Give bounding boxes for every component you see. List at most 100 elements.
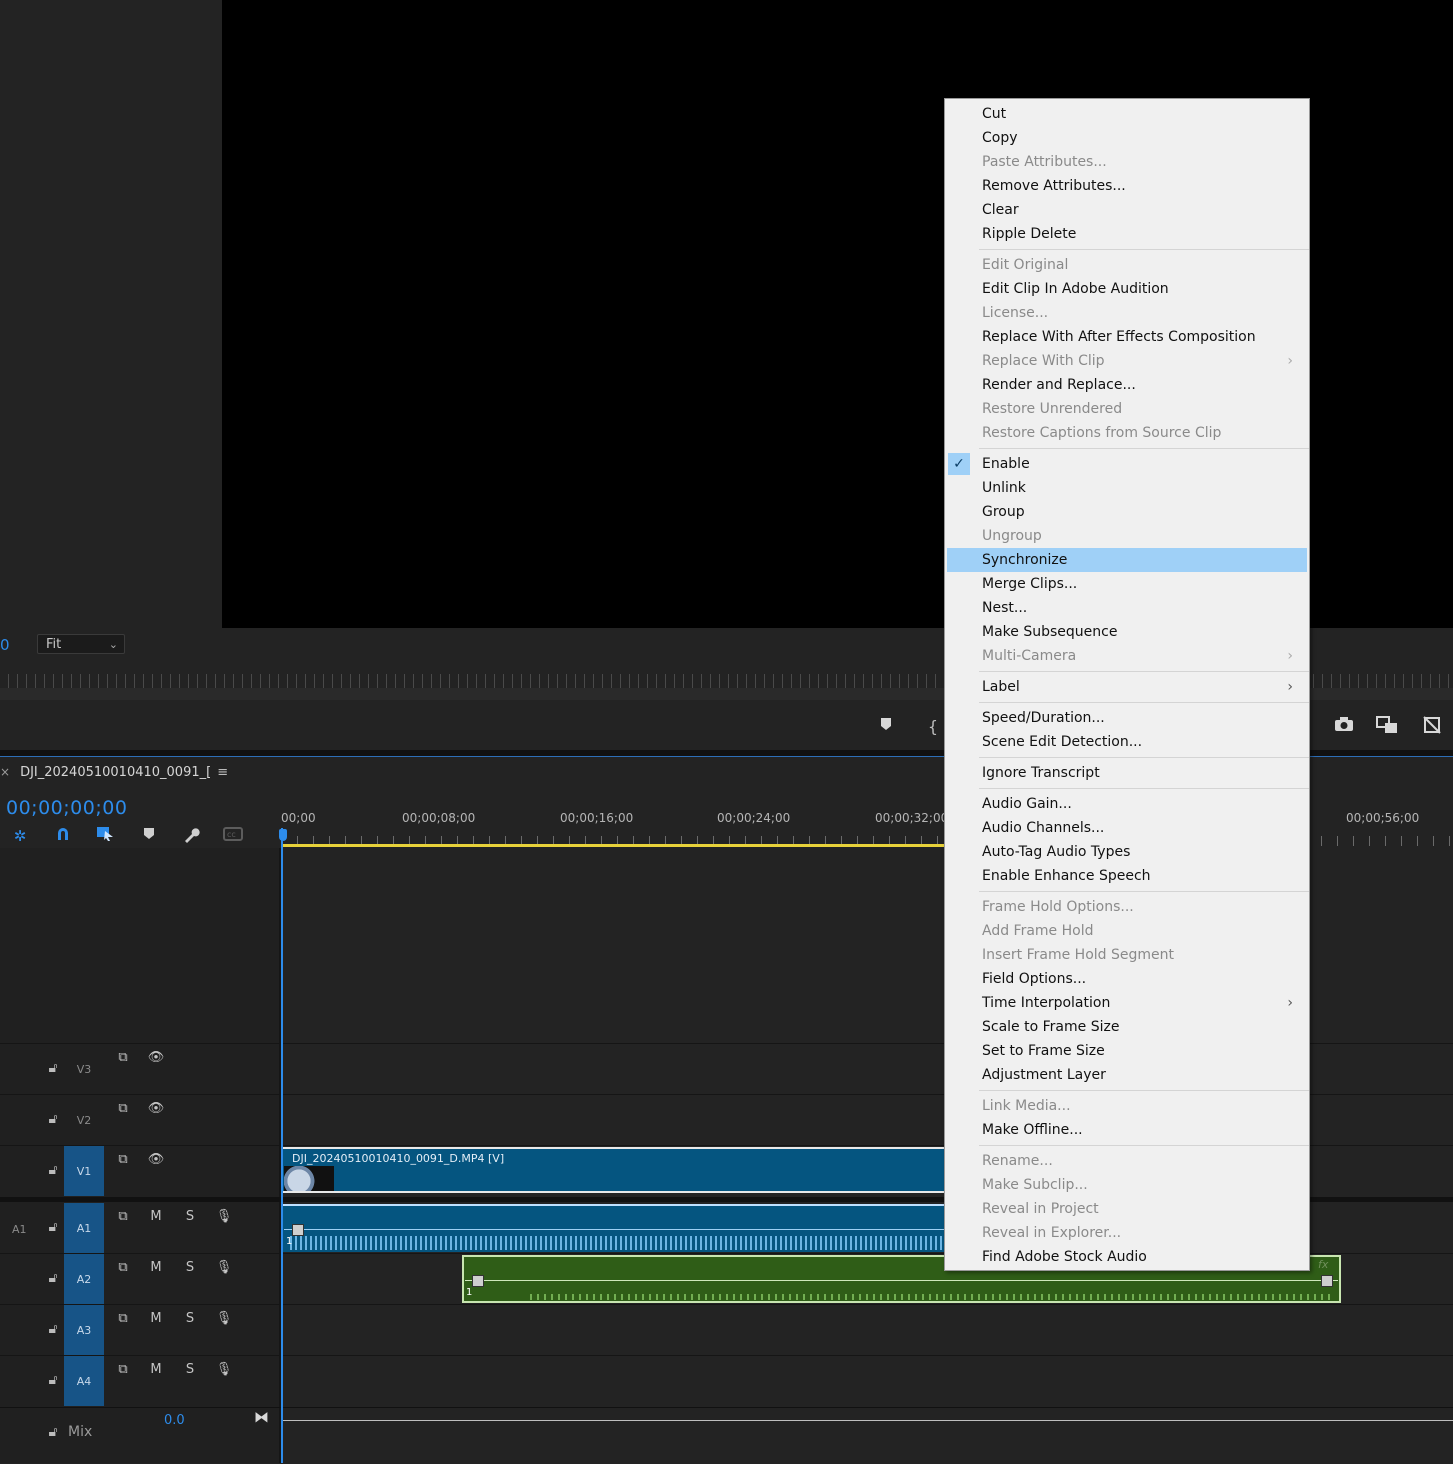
sync-lock-icon[interactable]: ⧉ [113,1311,133,1326]
playhead[interactable] [281,828,283,1463]
mute-button[interactable]: M [146,1362,166,1377]
lock-icon[interactable]: 🔓︎ [43,1321,63,1337]
menu-item-paste-attributes[interactable]: Paste Attributes... [947,150,1307,174]
menu-item-replace-with-clip[interactable]: Replace With Clip › [947,349,1307,373]
menu-item-reveal-in-explorer[interactable]: Reveal in Explorer... [947,1221,1307,1245]
sync-lock-icon[interactable]: ⧉ [113,1260,133,1275]
menu-item-scene-edit-detection[interactable]: Scene Edit Detection... [947,730,1307,754]
eye-icon[interactable]: 👁︎ [146,1152,166,1167]
sync-lock-icon[interactable]: ⧉ [113,1050,133,1065]
solo-button[interactable]: S [180,1260,200,1275]
menu-item-ignore-transcript[interactable]: Ignore Transcript [947,761,1307,785]
menu-item-clear[interactable]: Clear [947,198,1307,222]
track-target-a1[interactable]: A1 [64,1203,104,1253]
menu-item-license[interactable]: License... [947,301,1307,325]
track-target-v2[interactable]: V2 [64,1097,104,1145]
menu-item-label[interactable]: Label › [947,675,1307,699]
menu-item-field-options[interactable]: Field Options... [947,967,1307,991]
microphone-icon[interactable]: 🎙︎ [214,1260,234,1275]
microphone-icon[interactable]: 🎙︎ [214,1209,234,1224]
captions-icon[interactable]: cc [222,826,244,846]
menu-item-nest[interactable]: Nest... [947,596,1307,620]
add-marker-icon[interactable] [875,716,897,738]
monitor-timecode[interactable]: 0 [0,636,10,654]
camera-export-frame-icon[interactable] [1333,716,1355,738]
source-patch-a1[interactable]: A1 [12,1223,27,1236]
mark-in-icon[interactable]: { [922,716,944,738]
sync-lock-icon[interactable]: ⧉ [113,1209,133,1224]
menu-item-audio-gain[interactable]: Audio Gain... [947,792,1307,816]
mute-button[interactable]: M [146,1260,166,1275]
menu-item-find-adobe-stock-audio[interactable]: Find Adobe Stock Audio [947,1245,1307,1269]
menu-item-cut[interactable]: Cut [947,102,1307,126]
menu-item-add-frame-hold[interactable]: Add Frame Hold [947,919,1307,943]
track-target-a3[interactable]: A3 [64,1305,104,1355]
sync-lock-icon[interactable]: ⧉ [113,1101,133,1116]
keyframe-icon[interactable] [1321,1275,1333,1287]
mix-volume-value[interactable]: 0.0 [164,1413,185,1428]
mute-button[interactable]: M [146,1209,166,1224]
menu-item-edit-original[interactable]: Edit Original [947,253,1307,277]
lock-icon[interactable]: 🔓︎ [43,1060,63,1076]
menu-item-ungroup[interactable]: Ungroup [947,524,1307,548]
menu-item-restore-captions-from-source-clip[interactable]: Restore Captions from Source Clip [947,421,1307,445]
menu-item-enable-enhance-speech[interactable]: Enable Enhance Speech [947,864,1307,888]
menu-item-make-subclip[interactable]: Make Subclip... [947,1173,1307,1197]
lock-icon[interactable]: 🔓︎ [43,1372,63,1388]
track-target-v3[interactable]: V3 [64,1046,104,1094]
menu-item-speed-duration[interactable]: Speed/Duration... [947,706,1307,730]
mute-button[interactable]: M [146,1311,166,1326]
solo-button[interactable]: S [180,1362,200,1377]
menu-item-multi-camera[interactable]: Multi-Camera › [947,644,1307,668]
track-target-a2[interactable]: A2 [64,1254,104,1304]
menu-item-replace-with-after-effects-composition[interactable]: Replace With After Effects Composition [947,325,1307,349]
menu-item-reveal-in-project[interactable]: Reveal in Project [947,1197,1307,1221]
menu-item-ripple-delete[interactable]: Ripple Delete [947,222,1307,246]
work-area-bar[interactable] [282,844,944,847]
menu-item-enable[interactable]: ✓ Enable [947,452,1307,476]
menu-item-scale-to-frame-size[interactable]: Scale to Frame Size [947,1015,1307,1039]
playhead-handle[interactable] [279,829,287,841]
volume-rubber-band[interactable] [284,1229,944,1230]
eye-icon[interactable]: 👁︎ [146,1050,166,1065]
lock-icon[interactable]: 🔓︎ [43,1219,63,1235]
menu-item-make-subsequence[interactable]: Make Subsequence [947,620,1307,644]
lock-icon[interactable]: 🔓︎ [43,1111,63,1127]
lock-icon[interactable]: 🔓︎ [43,1424,63,1440]
add-marker-icon[interactable] [138,826,160,846]
menu-item-audio-channels[interactable]: Audio Channels... [947,816,1307,840]
proxy-toggle-icon[interactable] [1421,716,1443,738]
menu-item-unlink[interactable]: Unlink [947,476,1307,500]
comparison-view-icon[interactable] [1376,716,1398,738]
microphone-icon[interactable]: 🎙︎ [214,1362,234,1377]
menu-item-make-offline[interactable]: Make Offline... [947,1118,1307,1142]
hamburger-menu-icon[interactable]: ≡ [217,765,228,780]
lock-icon[interactable]: 🔓︎ [43,1162,63,1178]
track-target-v1[interactable]: V1 [64,1146,104,1196]
menu-item-auto-tag-audio-types[interactable]: Auto-Tag Audio Types [947,840,1307,864]
sequence-tab[interactable]: × DJI_20240510010410_0091_[≡ [0,765,228,780]
menu-item-link-media[interactable]: Link Media... [947,1094,1307,1118]
menu-item-time-interpolation[interactable]: Time Interpolation › [947,991,1307,1015]
menu-item-merge-clips[interactable]: Merge Clips... [947,572,1307,596]
menu-item-insert-frame-hold-segment[interactable]: Insert Frame Hold Segment [947,943,1307,967]
menu-item-restore-unrendered[interactable]: Restore Unrendered [947,397,1307,421]
menu-item-group[interactable]: Group [947,500,1307,524]
solo-button[interactable]: S [180,1311,200,1326]
eye-icon[interactable]: 👁︎ [146,1101,166,1116]
menu-item-set-to-frame-size[interactable]: Set to Frame Size [947,1039,1307,1063]
go-to-end-icon[interactable]: ⧓ [254,1408,269,1426]
menu-item-frame-hold-options[interactable]: Frame Hold Options... [947,895,1307,919]
linked-selection-icon[interactable] [94,826,116,846]
mix-volume-line[interactable] [282,1420,1453,1421]
timeline-timecode[interactable]: 00;00;00;00 [6,797,127,819]
menu-item-copy[interactable]: Copy [947,126,1307,150]
menu-item-synchronize[interactable]: Synchronize [947,548,1307,572]
lock-icon[interactable]: 🔓︎ [43,1270,63,1286]
wrench-settings-icon[interactable] [180,826,202,846]
close-icon[interactable]: × [0,765,10,779]
snap-magnet-icon[interactable] [52,826,74,846]
menu-item-rename[interactable]: Rename... [947,1149,1307,1173]
menu-item-edit-clip-in-adobe-audition[interactable]: Edit Clip In Adobe Audition [947,277,1307,301]
volume-rubber-band[interactable] [465,1280,1338,1281]
